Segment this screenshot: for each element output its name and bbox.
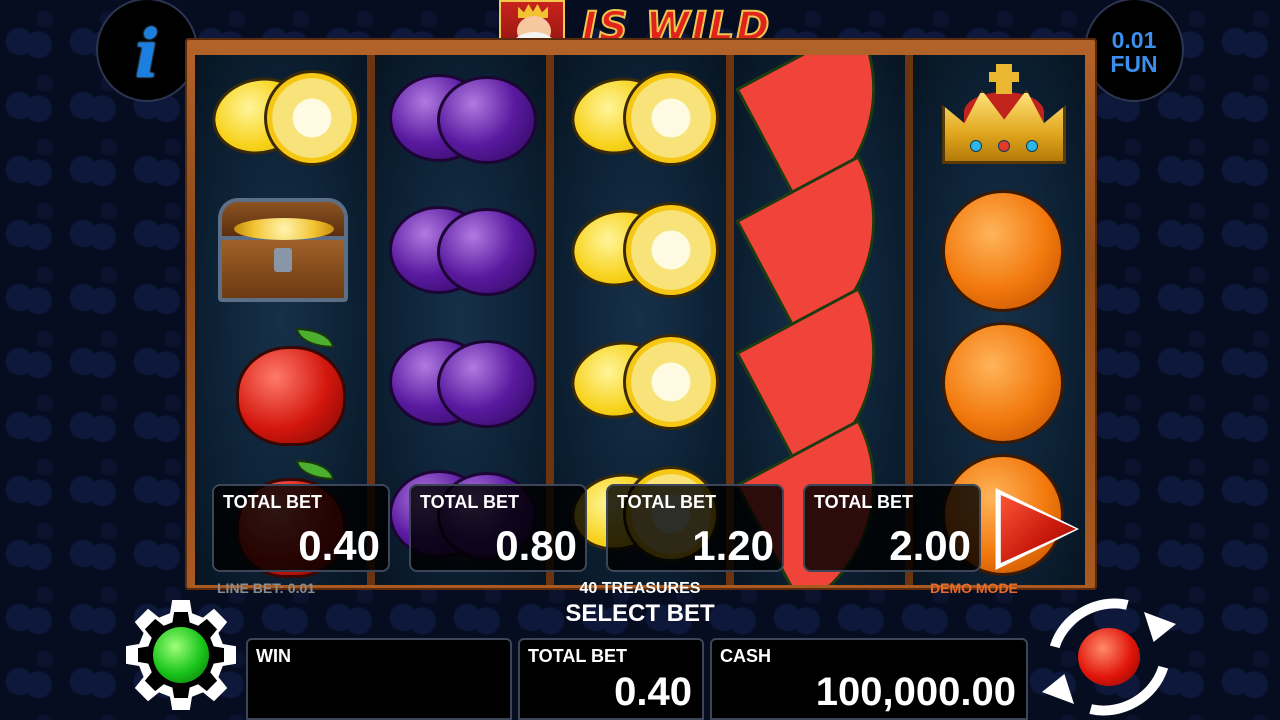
bet-option-value: 0.40 — [298, 522, 380, 569]
info-icon: i — [134, 15, 160, 93]
bet-option-label: TOTAL BET — [814, 492, 913, 512]
lemon-icon — [564, 60, 719, 178]
bet-option-4[interactable]: TOTAL BET 2.00 — [803, 484, 981, 572]
coin-value-button[interactable]: 0.01 FUN — [1084, 0, 1184, 102]
info-button[interactable]: i — [96, 0, 198, 102]
reel-cell — [195, 55, 367, 185]
reel-cell — [913, 55, 1085, 185]
bet-option-3[interactable]: TOTAL BET 1.20 — [606, 484, 784, 572]
select-bet-prompt: SELECT BET — [565, 600, 715, 627]
orange-icon — [924, 190, 1074, 312]
watermelon-icon — [740, 324, 900, 442]
reel-cell — [195, 185, 367, 317]
reel-cell — [913, 185, 1085, 317]
reel-cell — [554, 185, 726, 317]
bet-option-label: TOTAL BET — [617, 492, 716, 512]
coin-value: 0.01 — [1111, 27, 1157, 53]
apple-icon — [206, 324, 356, 446]
cash-panel: CASH 100,000.00 — [710, 638, 1028, 720]
bet-option-value: 0.80 — [495, 522, 577, 569]
game-name: 40 TREASURES — [579, 580, 701, 597]
watermelon-icon — [740, 192, 900, 310]
reel-cell — [195, 317, 367, 449]
reel-cell — [734, 185, 906, 317]
plum-icon — [385, 324, 538, 442]
bet-option-value: 1.20 — [692, 522, 774, 569]
reel-cell — [375, 317, 547, 449]
lemon-icon — [564, 324, 719, 442]
reel-cell — [554, 55, 726, 185]
bet-option-label: TOTAL BET — [420, 492, 519, 512]
crown-icon — [924, 60, 1074, 178]
watermelon-icon — [740, 60, 900, 178]
reel-cell — [375, 55, 547, 185]
cash-value: 100,000.00 — [815, 670, 1016, 714]
next-bet-arrow-button[interactable] — [995, 488, 1079, 570]
bet-option-1[interactable]: TOTAL BET 0.40 — [212, 484, 390, 572]
cash-label: CASH — [720, 646, 772, 666]
currency-label: FUN — [1110, 51, 1158, 77]
line-bet: LINE BET: 0.01 — [217, 580, 316, 596]
win-label: WIN — [256, 646, 291, 666]
status-light — [153, 627, 209, 683]
reel-cell — [734, 55, 906, 185]
lemon-icon — [564, 192, 719, 310]
win-panel: WIN — [246, 638, 512, 720]
orange-icon — [924, 322, 1074, 444]
total-bet-value: 0.40 — [614, 670, 692, 714]
total-bet-label: TOTAL BET — [528, 646, 627, 666]
reel-cell — [554, 317, 726, 449]
bet-option-value: 2.00 — [889, 522, 971, 569]
spin-button[interactable] — [1025, 576, 1193, 720]
plum-icon — [385, 60, 538, 178]
settings-button[interactable] — [122, 596, 240, 714]
bet-option-2[interactable]: TOTAL BET 0.80 — [409, 484, 587, 572]
chest-icon — [206, 192, 356, 310]
reel-cell — [913, 317, 1085, 449]
demo-mode-label: DEMO MODE — [930, 580, 1018, 596]
reel-cell — [734, 317, 906, 449]
bet-option-label: TOTAL BET — [223, 492, 322, 512]
plum-icon — [385, 192, 538, 310]
lemon-icon — [204, 60, 360, 178]
total-bet-panel: TOTAL BET 0.40 — [518, 638, 704, 720]
reel-cell — [375, 185, 547, 317]
